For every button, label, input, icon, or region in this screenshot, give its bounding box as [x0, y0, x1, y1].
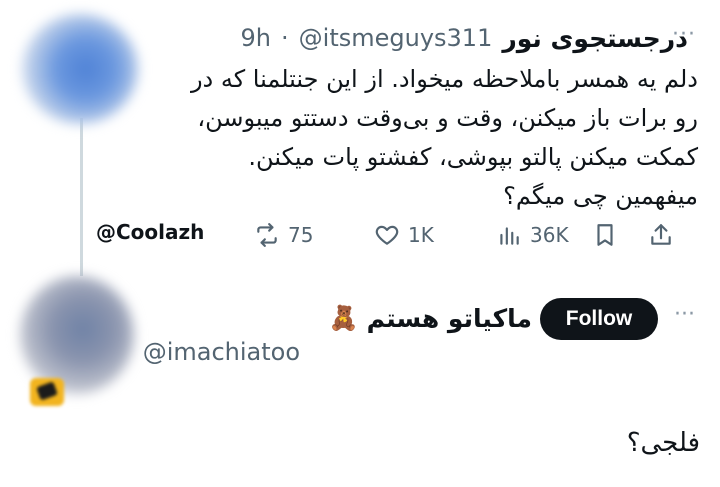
views-button[interactable]: 36K	[496, 218, 569, 252]
retweet-button[interactable]: 75	[254, 218, 313, 252]
tweet-text: دلم یه همسر باملاحظه میخواد. از این جنتل…	[120, 60, 698, 216]
reply-text: فلجی؟	[626, 428, 700, 458]
bookmark-icon	[597, 224, 613, 246]
avatar-badge-icon	[30, 378, 64, 406]
retweet-count: 75	[288, 223, 314, 247]
follow-button[interactable]: Follow	[540, 298, 658, 340]
tweet-text-line: میفهمین چی میگم؟	[503, 182, 698, 210]
heart-icon	[375, 225, 399, 245]
tweet-actions-bar: 75 1K 36K	[0, 218, 720, 252]
tweet-text-line: دلم یه همسر باملاحظه میخواد. از این جنتل…	[190, 65, 698, 93]
reply-handle[interactable]: @imachiatoo	[143, 338, 300, 366]
bookmark-button[interactable]	[592, 218, 618, 252]
tweet-timestamp[interactable]: 9h	[241, 24, 271, 52]
share-icon	[651, 224, 671, 245]
author-handle[interactable]: @itsmeguys311	[299, 24, 493, 52]
reply-more-options-icon[interactable]: ···	[674, 302, 695, 327]
more-options-icon[interactable]: ···	[672, 22, 696, 47]
like-button[interactable]: 1K	[374, 218, 434, 252]
author-display-name[interactable]: درجستجوی نور	[502, 24, 688, 53]
share-button[interactable]	[648, 218, 674, 252]
thread-connector-line	[80, 118, 83, 276]
like-count: 1K	[408, 223, 434, 247]
reply-header: ماکیاتو هستم 🧸	[329, 298, 532, 338]
tweet-text-line: رو برات باز میکنن، وقت و بی‌وقت دستتو می…	[197, 104, 698, 132]
separator-dot: ·	[281, 24, 289, 52]
reply-avatar[interactable]	[20, 276, 134, 394]
tweet-header: درجستجوی نور @itsmeguys311 · 9h	[140, 18, 688, 58]
reply-display-name[interactable]: ماکیاتو هستم	[367, 304, 532, 333]
views-chart-icon	[500, 227, 519, 245]
retweet-icon	[257, 223, 277, 247]
views-count: 36K	[530, 223, 569, 247]
tweet-text-line: کمکت میکنن پالتو بپوشی، کفشتو پات میکنن.	[248, 143, 698, 171]
teddy-bear-icon: 🧸	[328, 304, 359, 332]
